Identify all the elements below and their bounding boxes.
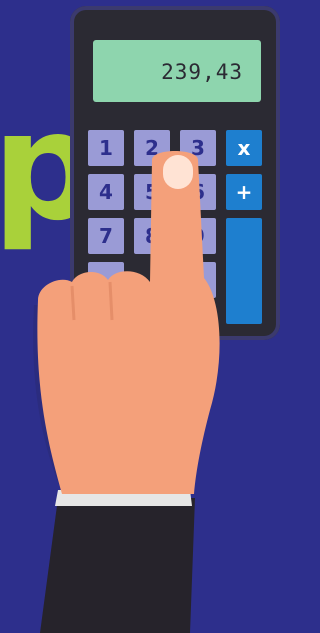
illustration-scene: p 239,43 1 2 3 x 4 5 6 + 7 8 9 xyxy=(0,0,280,633)
hand-shape xyxy=(37,151,220,494)
sleeve-shape xyxy=(40,498,195,633)
hand-illustration xyxy=(33,151,220,633)
fingernail xyxy=(163,155,193,189)
